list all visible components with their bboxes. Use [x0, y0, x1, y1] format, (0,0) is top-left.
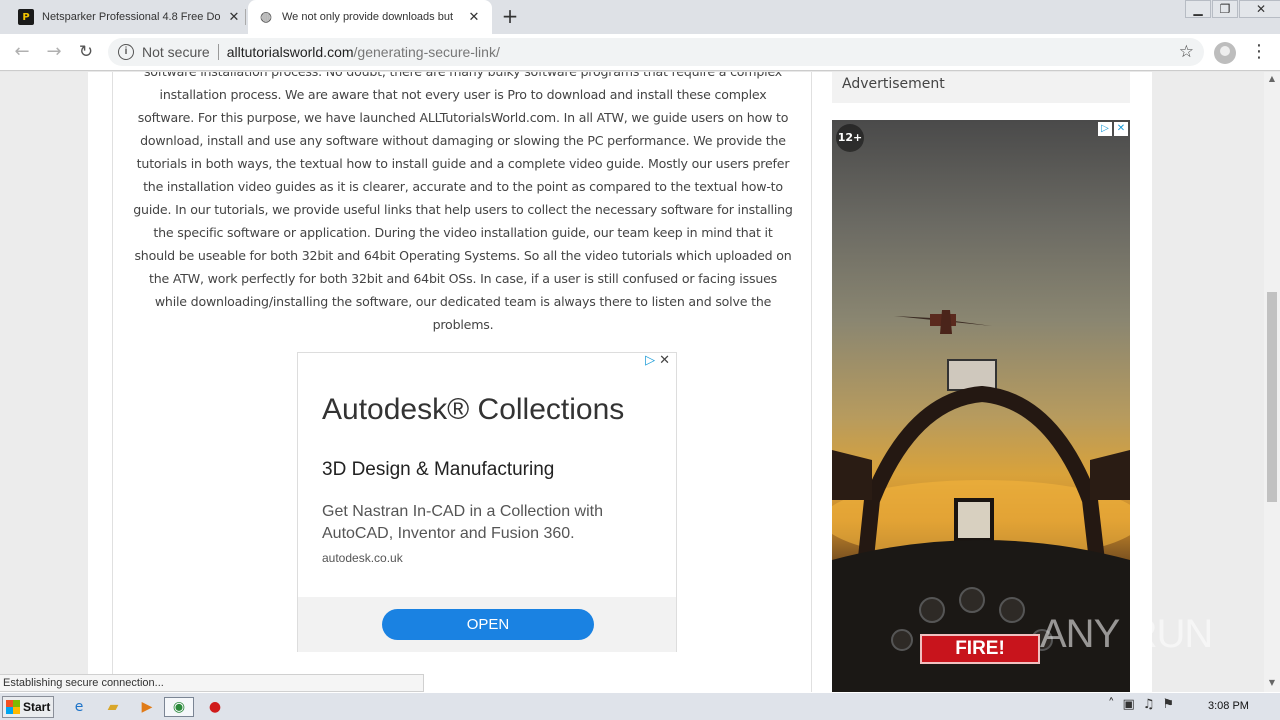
age-rating-badge: 12+	[836, 124, 864, 152]
opera-icon[interactable]: ●	[204, 697, 226, 717]
ad-domain: autodesk.co.uk	[322, 551, 403, 565]
start-label: Start	[23, 700, 51, 714]
forward-button[interactable]: →	[42, 40, 66, 64]
cockpit-illustration	[832, 310, 1130, 692]
url-path: /generating-secure-link/	[353, 44, 500, 60]
netsparker-icon: P	[18, 9, 34, 25]
page-container: software installation process. No doubt,…	[88, 72, 1152, 692]
close-tab-icon[interactable]: ✕	[226, 10, 242, 25]
article-column: software installation process. No doubt,…	[112, 72, 812, 692]
article-paragraph: software installation process. No doubt,…	[133, 72, 793, 332]
url-host: alltutorialsworld.com	[226, 44, 354, 60]
show-hidden-icons-icon[interactable]: ˄	[1108, 697, 1115, 712]
page-scrollbar[interactable]: ▲ ▼	[1264, 72, 1280, 692]
close-tab-icon[interactable]: ✕	[466, 10, 482, 25]
bookmark-star-icon[interactable]: ☆	[1179, 42, 1194, 62]
restore-icon[interactable]: ❐	[1212, 0, 1238, 18]
ad-description: Get Nastran In-CAD in a Collection with …	[322, 503, 603, 542]
volume-icon[interactable]: ♫	[1143, 697, 1155, 712]
tab-separator	[245, 9, 246, 25]
profile-avatar[interactable]	[1214, 42, 1236, 64]
info-icon[interactable]: i	[118, 44, 134, 60]
internet-explorer-icon[interactable]: e	[68, 697, 90, 717]
address-bar[interactable]: i Not secure alltutorialsworld.com/gener…	[108, 38, 1204, 66]
browser-toolbar: ← → ↻ i Not secure alltutorialsworld.com…	[0, 34, 1280, 71]
show-desktop-button[interactable]	[1262, 697, 1276, 715]
new-tab-button[interactable]: +	[498, 4, 522, 28]
anyrun-watermark: ANY RUN	[1040, 612, 1213, 656]
close-window-icon[interactable]: ✕	[1239, 0, 1280, 18]
folder-icon[interactable]: ▰	[102, 697, 124, 717]
status-bubble: Establishing secure connection...	[0, 674, 424, 692]
security-label: Not secure	[142, 44, 210, 60]
system-tray: ˄ ▣ ♫ ⚑	[1108, 697, 1174, 712]
windows-logo-icon	[6, 700, 20, 714]
minimize-icon[interactable]: ▁	[1185, 0, 1211, 18]
back-button[interactable]: ←	[10, 40, 34, 64]
media-player-icon[interactable]: ▶	[136, 697, 158, 717]
tab-netsparker[interactable]: P Netsparker Professional 4.8 Free Do ✕	[8, 0, 252, 34]
ad-footer: OPEN	[298, 597, 676, 652]
reload-button[interactable]: ↻	[74, 40, 98, 64]
ad-subheadline: 3D Design & Manufacturing	[322, 459, 555, 480]
adchoices-play-icon[interactable]: ▷	[1098, 122, 1112, 136]
scroll-up-arrow-icon[interactable]: ▲	[1264, 74, 1280, 88]
action-center-flag-icon[interactable]: ⚑	[1162, 697, 1174, 712]
scrollbar-thumb[interactable]	[1267, 292, 1277, 502]
page-viewport: software installation process. No doubt,…	[0, 72, 1264, 692]
game-ad[interactable]: 12+ ▷ ✕ FIRE!	[832, 120, 1130, 692]
network-icon[interactable]: ▣	[1123, 697, 1135, 712]
fire-button[interactable]: FIRE!	[920, 634, 1040, 664]
autodesk-ad[interactable]: ▷ ✕ Autodesk® Collections 3D Design & Man…	[297, 352, 677, 652]
globe-icon: ◍	[259, 9, 273, 25]
windows-taskbar: Start e ▰ ▶ ◉ ● ˄ ▣ ♫ ⚑ 3:08 PM	[0, 692, 1280, 720]
tab-title: Netsparker Professional 4.8 Free Do	[42, 11, 221, 23]
adchoices-icon[interactable]: ▷ ✕	[1096, 122, 1128, 136]
adchoices-icon[interactable]: ▷ ✕	[645, 353, 670, 368]
scroll-down-arrow-icon[interactable]: ▼	[1264, 678, 1280, 692]
tab-strip: P Netsparker Professional 4.8 Free Do ✕ …	[0, 0, 1280, 34]
start-button[interactable]: Start	[2, 696, 54, 718]
sidebar-heading: Advertisement	[832, 72, 1130, 103]
divider	[217, 44, 219, 60]
plane-silhouette	[894, 310, 992, 334]
ad-close-icon[interactable]: ✕	[1114, 122, 1128, 136]
advertisement-label: Advertisement	[842, 76, 945, 92]
chrome-menu-icon[interactable]: ⋮	[1250, 40, 1268, 64]
ad-close-icon[interactable]: ✕	[659, 353, 670, 368]
ad-headline[interactable]: Autodesk® Collections	[322, 393, 624, 427]
chrome-taskbar-icon[interactable]: ◉	[164, 697, 194, 717]
tab-title: We not only provide downloads but	[282, 11, 454, 23]
taskbar-clock[interactable]: 3:08 PM	[1208, 700, 1249, 712]
window-controls: ▁ ❐ ✕	[1184, 0, 1280, 18]
ad-open-button[interactable]: OPEN	[382, 609, 594, 640]
tab-alltutorialsworld[interactable]: ◍ We not only provide downloads but ✕	[248, 0, 492, 34]
